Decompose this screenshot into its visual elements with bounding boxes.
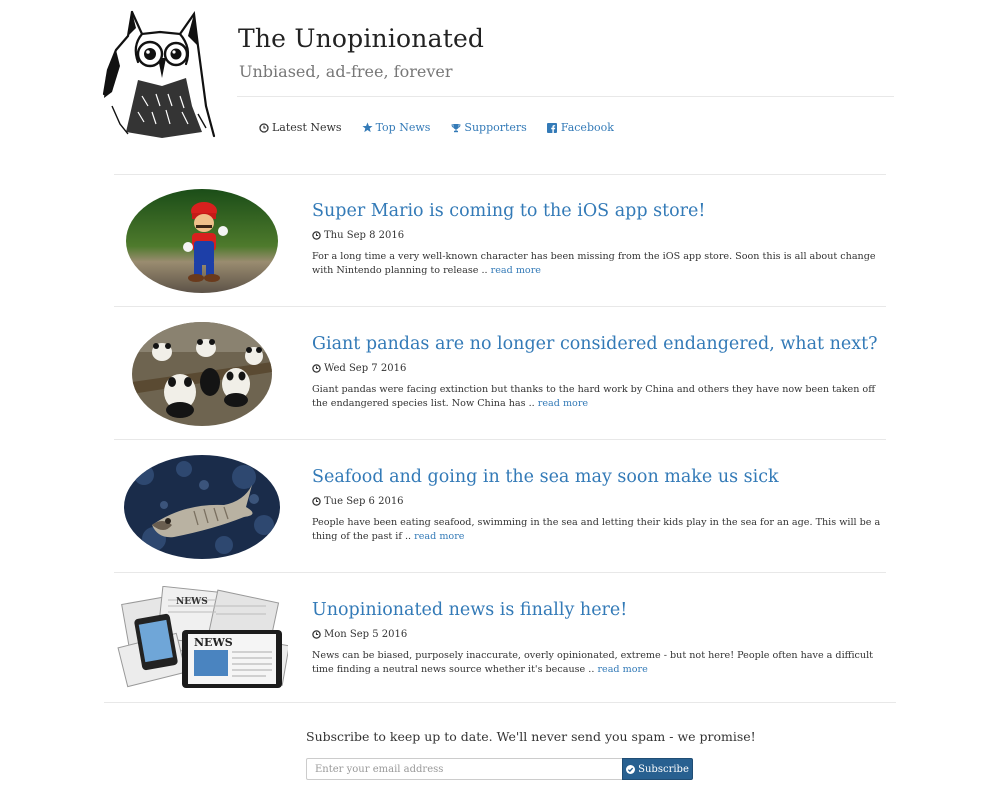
article-title[interactable]: Giant pandas are no longer considered en… — [312, 334, 878, 354]
site-tagline: Unbiased, ad-free, forever — [239, 62, 453, 81]
article-divider — [114, 572, 886, 573]
nav-facebook[interactable]: Facebook — [547, 121, 614, 134]
clock-icon — [312, 630, 321, 639]
check-circle-icon — [626, 764, 636, 774]
read-more-link[interactable]: read more — [597, 664, 647, 675]
article-divider — [114, 439, 886, 440]
article-summary-text: For a long time a very well-known charac… — [312, 251, 876, 277]
footer-divider — [104, 702, 896, 703]
nav-label: Top News — [375, 121, 431, 134]
article-card: Giant pandas are no longer considered en… — [114, 308, 886, 440]
header-divider — [237, 96, 894, 97]
article-summary-text: News can be biased, purposely inaccurate… — [312, 650, 874, 676]
read-more-link[interactable]: read more — [538, 398, 588, 409]
svg-text:NEWS: NEWS — [194, 636, 233, 649]
mario-figure-image[interactable] — [126, 189, 278, 293]
article-card: NEWS NEWS Unopinionated news is finally … — [114, 574, 886, 706]
newspapers-devices-image[interactable]: NEWS NEWS — [116, 586, 288, 690]
read-more-link[interactable]: read more — [414, 531, 464, 542]
nav-label: Supporters — [464, 121, 527, 134]
article-date: Wed Sep 7 2016 — [312, 363, 406, 374]
article-divider — [114, 306, 886, 307]
clock-icon — [312, 231, 321, 240]
main-nav: Latest News Top News Supporters Facebook — [258, 121, 634, 134]
site-title[interactable]: The Unopinionated — [238, 24, 484, 53]
star-icon — [362, 122, 373, 133]
article-date-text: Thu Sep 8 2016 — [324, 230, 405, 241]
article-summary: Giant pandas were facing extinction but … — [312, 383, 882, 412]
nav-latest-news[interactable]: Latest News — [258, 121, 342, 134]
article-summary: News can be biased, purposely inaccurate… — [312, 649, 882, 678]
article-summary-text: Giant pandas were facing extinction but … — [312, 384, 876, 410]
nav-top-news[interactable]: Top News — [362, 121, 431, 134]
subscribe-message: Subscribe to keep up to date. We'll neve… — [306, 729, 756, 744]
read-more-link[interactable]: read more — [491, 265, 541, 276]
article-date: Mon Sep 5 2016 — [312, 629, 407, 640]
subscribe-button[interactable]: Subscribe — [622, 758, 693, 780]
owl-logo[interactable] — [102, 6, 218, 140]
subscribe-button-label: Subscribe — [638, 763, 689, 775]
article-date-text: Tue Sep 6 2016 — [324, 496, 404, 507]
email-input[interactable] — [306, 758, 627, 780]
svg-text:NEWS: NEWS — [176, 597, 208, 607]
dead-fish-image[interactable] — [124, 455, 280, 559]
pandas-image[interactable] — [132, 322, 272, 426]
clock-icon — [312, 497, 321, 506]
article-title[interactable]: Super Mario is coming to the iOS app sto… — [312, 201, 705, 221]
nav-label: Latest News — [272, 121, 342, 134]
nav-label: Facebook — [560, 121, 614, 134]
clock-icon — [258, 122, 269, 133]
article-date-text: Mon Sep 5 2016 — [324, 629, 408, 640]
article-summary: For a long time a very well-known charac… — [312, 250, 882, 279]
article-card: Super Mario is coming to the iOS app sto… — [114, 175, 886, 307]
article-date-text: Wed Sep 7 2016 — [324, 363, 407, 374]
article-date: Thu Sep 8 2016 — [312, 230, 404, 241]
article-summary-text: People have been eating seafood, swimmin… — [312, 517, 881, 543]
nav-supporters[interactable]: Supporters — [450, 121, 527, 134]
article-title[interactable]: Unopinionated news is finally here! — [312, 600, 627, 620]
trophy-icon — [450, 122, 461, 133]
facebook-icon — [547, 122, 558, 133]
article-summary: People have been eating seafood, swimmin… — [312, 516, 882, 545]
article-card: Seafood and going in the sea may soon ma… — [114, 441, 886, 573]
clock-icon — [312, 364, 321, 373]
article-title[interactable]: Seafood and going in the sea may soon ma… — [312, 467, 779, 487]
article-date: Tue Sep 6 2016 — [312, 496, 404, 507]
